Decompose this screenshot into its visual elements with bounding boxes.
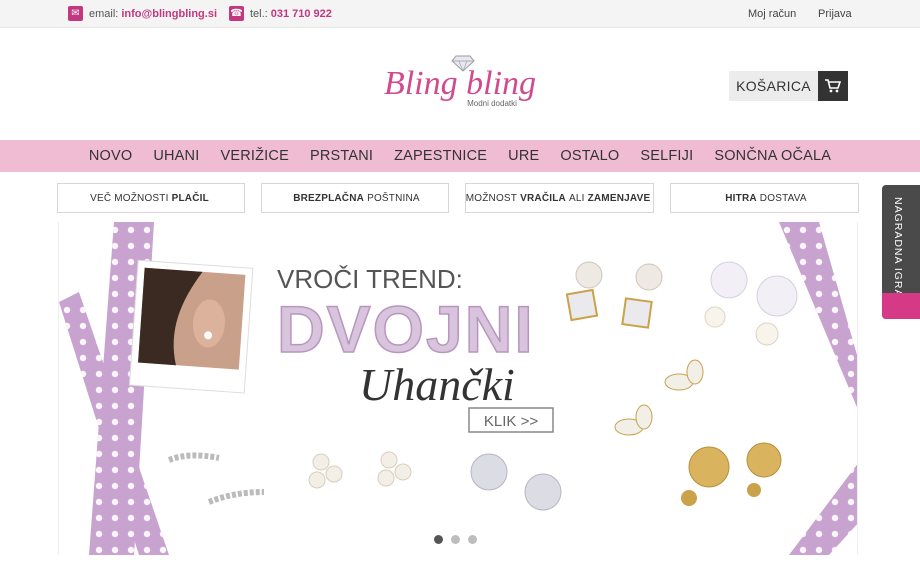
nav-item-ure[interactable]: URE — [508, 148, 539, 164]
cart-label[interactable]: KOŠARICA — [729, 71, 818, 101]
feature-bold: PLAČIL — [171, 192, 209, 204]
phone-label: tel.: — [250, 7, 268, 20]
earring-climbers — [167, 452, 265, 505]
carousel-dots — [434, 535, 477, 544]
earring-crystal-balls — [704, 261, 798, 346]
logo-tagline: Modni dodatki — [467, 99, 517, 108]
email-contact[interactable]: ✉ email: info@blingbling.si — [68, 6, 217, 21]
banner-cta-label: KLIK >> — [484, 413, 538, 430]
feature-bold: HITRA — [725, 192, 757, 204]
email-link[interactable]: info@blingbling.si — [121, 8, 217, 20]
nav-item-novo[interactable]: NOVO — [89, 148, 133, 164]
feature-text: VEČ MOŽNOSTI — [90, 192, 169, 204]
cart-widget[interactable]: KOŠARICA — [729, 71, 848, 101]
cart-button[interactable] — [818, 71, 848, 101]
feature-text: DOSTAVA — [759, 192, 807, 204]
nav-item-uhani[interactable]: UHANI — [153, 148, 199, 164]
carousel-dot-1[interactable] — [434, 535, 443, 544]
feature-returns: MOŽNOST VRAČILA ALI ZAMENJAVE — [465, 183, 654, 213]
login-link[interactable]: Prijava — [818, 8, 852, 20]
feature-text: POŠTNINA — [367, 192, 420, 204]
nav-item-zapestnice[interactable]: ZAPESTNICE — [394, 148, 487, 164]
gift-icon — [882, 293, 920, 319]
phone-contact[interactable]: ☎ tel.: 031 710 922 — [229, 6, 332, 21]
top-bar: ✉ email: info@blingbling.si ☎ tel.: 031 … — [0, 0, 920, 28]
ribbon-right — [779, 222, 857, 555]
nav-item-verizice[interactable]: VERIŽICE — [220, 148, 288, 164]
site-logo[interactable]: Bling bling Modni dodatki — [370, 54, 550, 114]
feature-text: MOŽNOST — [465, 192, 518, 204]
earring-pearl-cluster — [308, 451, 412, 489]
main-nav: NOVO UHANI VERIŽICE PRSTANI ZAPESTNICE U… — [0, 140, 920, 172]
hero-banner[interactable]: VROČI TREND: DVOJNI Uhančki KLIK >> — [58, 222, 858, 555]
earring-flower — [614, 359, 704, 436]
feature-free-shipping: BREZPLAČNA POŠTNINA — [261, 183, 449, 213]
envelope-icon: ✉ — [68, 6, 83, 21]
feature-fast-delivery: HITRA DOSTAVA — [670, 183, 859, 213]
my-account-link[interactable]: Moj račun — [748, 8, 796, 20]
logo-text: Bling bling — [384, 65, 536, 102]
cart-icon — [825, 79, 841, 93]
feature-bold: VRAČILA — [520, 192, 566, 204]
nav-item-soncna-ocala[interactable]: SONČNA OČALA — [714, 148, 831, 164]
earring-pearl-square — [565, 261, 663, 329]
earring-disco-balls — [470, 453, 562, 511]
earring-gold-balls — [681, 442, 782, 506]
phone-icon: ☎ — [229, 6, 244, 21]
nav-item-selfiji[interactable]: SELFIJI — [640, 148, 693, 164]
feature-payment-options: VEČ MOŽNOSTI PLAČIL — [57, 183, 245, 213]
feature-text: ALI — [568, 192, 585, 204]
banner-cta-button[interactable]: KLIK >> — [468, 407, 554, 433]
giveaway-side-tab[interactable]: NAGRADNA IGRA — [882, 185, 920, 319]
banner-line1: VROČI TREND: — [277, 264, 463, 294]
ear-photo — [128, 259, 254, 394]
nav-item-prstani[interactable]: PRSTANI — [310, 148, 373, 164]
feature-bold: BREZPLAČNA — [293, 192, 365, 204]
email-label: email: — [89, 7, 119, 20]
banner-line3: Uhančki — [359, 359, 515, 410]
carousel-dot-2[interactable] — [451, 535, 460, 544]
carousel-dot-3[interactable] — [468, 535, 477, 544]
giveaway-label: NAGRADNA IGRA — [892, 197, 904, 298]
nav-item-ostalo[interactable]: OSTALO — [560, 148, 619, 164]
banner-line2: DVOJNI — [277, 292, 535, 366]
feature-bold: ZAMENJAVE — [587, 192, 651, 204]
phone-link[interactable]: 031 710 922 — [271, 8, 332, 20]
